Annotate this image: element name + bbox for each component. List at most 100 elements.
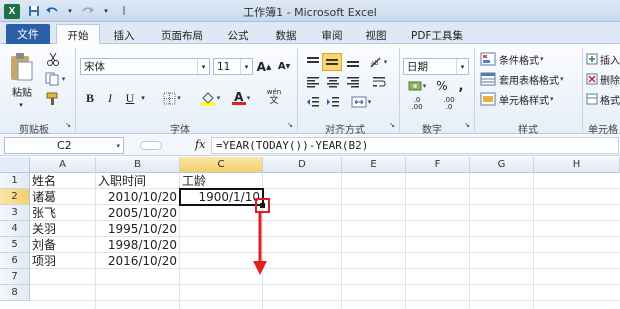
format-as-table-icon — [480, 72, 496, 86]
font-name-combobox[interactable]: 宋体 ▾ — [80, 58, 210, 75]
number-format-dropdown-icon[interactable]: ▾ — [456, 59, 468, 74]
worksheet-grid[interactable]: A B C D E F G H 1 2 3 4 5 6 7 8 姓名 入职时间 … — [0, 157, 620, 309]
paste-icon[interactable] — [6, 50, 36, 84]
column-header-f[interactable]: F — [406, 157, 470, 173]
cell-a6[interactable]: 项羽 — [30, 253, 96, 269]
insert-cells-button[interactable]: 插入 — [586, 50, 620, 68]
drag-down-arrow-icon — [253, 213, 267, 275]
format-painter-icon[interactable] — [44, 90, 62, 108]
column-header-g[interactable]: G — [470, 157, 534, 173]
align-center-icon[interactable] — [324, 74, 342, 90]
row-header-4[interactable]: 4 — [0, 221, 30, 237]
align-bottom-icon[interactable] — [344, 54, 362, 70]
bold-button[interactable]: B — [82, 90, 98, 106]
underline-button[interactable]: U — [122, 90, 138, 106]
styles-group-label: 样式 — [518, 125, 538, 136]
decrease-indent-icon[interactable] — [304, 94, 322, 110]
shrink-font-button[interactable]: A ▼ — [276, 58, 292, 75]
formula-input[interactable]: =YEAR(TODAY())-YEAR(B2) — [211, 137, 619, 154]
column-header-a[interactable]: A — [30, 157, 96, 173]
paste-dropdown-icon[interactable]: ▾ — [16, 100, 26, 110]
row-header-8[interactable]: 8 — [0, 285, 30, 301]
row-header-6[interactable]: 6 — [0, 253, 30, 269]
cell-a2[interactable]: 诸葛 — [30, 189, 96, 205]
cell-a4[interactable]: 关羽 — [30, 221, 96, 237]
align-right-icon[interactable] — [344, 74, 362, 90]
increase-decimal-button[interactable]: .0.00 — [404, 96, 430, 112]
tab-view[interactable]: 视图 — [356, 26, 396, 44]
phonetic-button[interactable]: wén 文 — [262, 88, 286, 106]
alignment-launcher-icon[interactable]: ↘ — [388, 120, 396, 130]
row-header-2[interactable]: 2 — [0, 189, 30, 205]
clipboard-launcher-icon[interactable]: ↘ — [64, 120, 72, 130]
borders-icon[interactable]: ▾ — [160, 90, 184, 106]
delete-cells-button[interactable]: 删除 — [586, 70, 620, 88]
tab-formulas[interactable]: 公式 — [218, 26, 258, 44]
cell-styles-icon — [480, 92, 496, 106]
font-size-combobox[interactable]: 11 ▾ — [213, 58, 253, 75]
accounting-format-icon[interactable]: ▾ — [404, 78, 430, 94]
align-top-icon[interactable] — [304, 54, 322, 70]
font-launcher-icon[interactable]: ↘ — [286, 120, 294, 130]
name-box[interactable]: C2 ▾ — [4, 137, 124, 154]
insert-cells-icon — [586, 53, 598, 65]
underline-dropdown-icon[interactable]: ▾ — [138, 90, 148, 106]
cell-styles-button[interactable]: 单元格样式 ▾ — [480, 90, 580, 108]
cell-a5[interactable]: 刘备 — [30, 237, 96, 253]
row-header-7[interactable]: 7 — [0, 269, 30, 285]
column-header-b[interactable]: B — [96, 157, 180, 173]
font-color-button[interactable]: A ▾ — [228, 90, 254, 106]
tab-pdf-tools[interactable]: PDF工具集 — [402, 26, 472, 44]
percent-style-button[interactable]: % — [434, 78, 450, 94]
paste-button[interactable]: 粘贴 — [8, 84, 36, 99]
increase-indent-icon[interactable] — [324, 94, 342, 110]
wrap-text-icon[interactable] — [370, 74, 388, 90]
number-launcher-icon[interactable]: ↘ — [463, 120, 471, 130]
cell-b6[interactable]: 2016/10/20 — [96, 253, 180, 269]
cell-b1[interactable]: 入职时间 — [96, 173, 180, 189]
row-header-1[interactable]: 1 — [0, 173, 30, 189]
merge-center-icon[interactable]: ▾ — [346, 94, 376, 110]
tab-home[interactable]: 开始 — [56, 24, 100, 45]
row-header-5[interactable]: 5 — [0, 237, 30, 253]
number-format-combobox[interactable]: 日期 ▾ — [403, 58, 469, 75]
comma-style-button[interactable]: , — [454, 78, 468, 94]
tab-page-layout[interactable]: 页面布局 — [150, 26, 214, 44]
cell-c1[interactable]: 工龄 — [180, 173, 263, 189]
decrease-decimal-button[interactable]: .00.0 — [436, 96, 462, 112]
tab-review[interactable]: 审阅 — [312, 26, 352, 44]
column-header-c[interactable]: C — [180, 157, 263, 173]
cell-b2[interactable]: 2010/10/20 — [96, 189, 180, 205]
cut-icon[interactable] — [44, 50, 62, 68]
cell-a1[interactable]: 姓名 — [30, 173, 96, 189]
column-header-d[interactable]: D — [263, 157, 342, 173]
column-header-e[interactable]: E — [342, 157, 406, 173]
italic-button[interactable]: I — [102, 90, 118, 106]
conditional-formatting-button[interactable]: 条件格式 ▾ — [480, 50, 580, 68]
text-orientation-icon[interactable]: ab ▾ — [366, 54, 390, 70]
name-box-dropdown-icon[interactable]: ▾ — [116, 142, 120, 150]
font-name-dropdown-icon[interactable]: ▾ — [197, 59, 209, 74]
grow-font-button[interactable]: A ▲ — [256, 58, 272, 75]
cell-b5[interactable]: 1998/10/20 — [96, 237, 180, 253]
align-left-icon[interactable] — [304, 74, 322, 90]
column-header-h[interactable]: H — [534, 157, 620, 173]
tab-file[interactable]: 文件 — [6, 24, 50, 44]
group-divider — [474, 48, 475, 132]
tab-insert[interactable]: 插入 — [104, 26, 144, 44]
format-cells-button[interactable]: 格式 — [586, 90, 620, 108]
row-header-3[interactable]: 3 — [0, 205, 30, 221]
tab-data[interactable]: 数据 — [266, 26, 306, 44]
format-as-table-button[interactable]: 套用表格格式 ▾ — [480, 70, 580, 88]
formula-bar-splitter[interactable] — [140, 141, 162, 150]
fill-color-icon[interactable]: ▾ — [196, 90, 224, 106]
insert-function-icon[interactable]: fx — [195, 138, 205, 151]
select-all-corner[interactable] — [0, 157, 30, 173]
copy-icon[interactable]: ▾ — [44, 70, 66, 88]
shrink-font-label: A — [277, 61, 286, 72]
cell-a3[interactable]: 张飞 — [30, 205, 96, 221]
font-size-dropdown-icon[interactable]: ▾ — [240, 59, 252, 74]
cell-b4[interactable]: 1995/10/20 — [96, 221, 180, 237]
align-middle-icon[interactable] — [322, 53, 342, 71]
cell-b3[interactable]: 2005/10/20 — [96, 205, 180, 221]
